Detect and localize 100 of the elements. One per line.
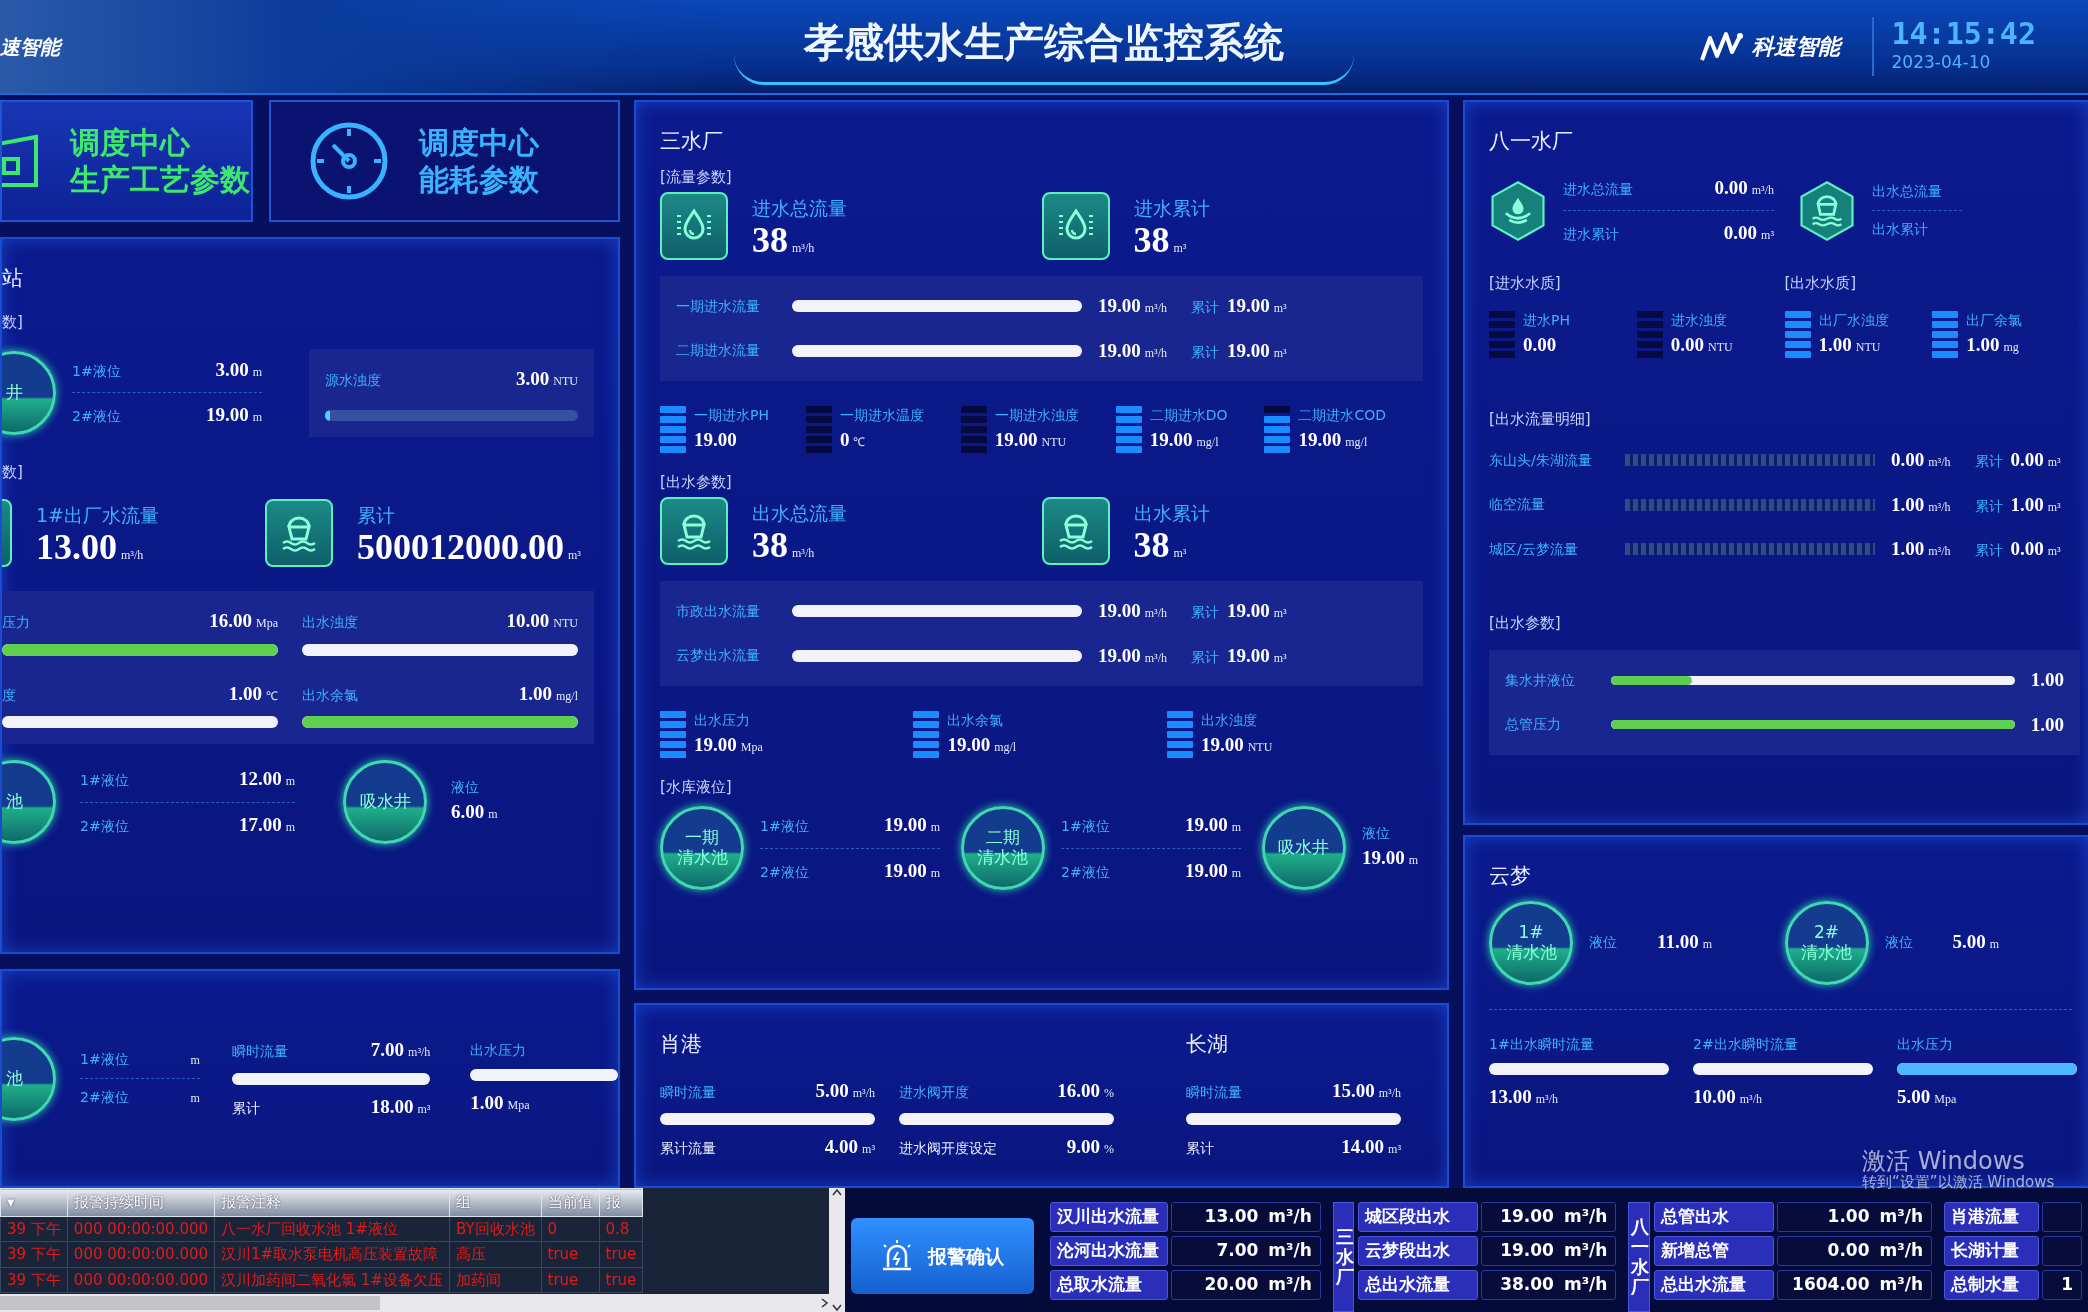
unit-text: m	[488, 806, 498, 824]
water-drop-icon	[660, 192, 728, 260]
column-header[interactable]: 当前值	[541, 1188, 600, 1216]
unit-text: m³/h	[1268, 1205, 1312, 1228]
unit-text: m³/h	[1144, 649, 1167, 667]
meter-label: 进水浊度	[1670, 311, 1728, 330]
unit-text: m	[190, 1052, 200, 1069]
unit-text: m³/h	[1928, 498, 1951, 516]
value-text: 14.00	[1341, 1135, 1385, 1159]
metric-label: 集水井液位	[1505, 670, 1576, 690]
flow-label: 云梦出水流量	[676, 646, 761, 666]
horizontal-scrollbar[interactable]	[0, 1294, 829, 1312]
table-cell: 39 下午	[0, 1216, 68, 1242]
column-header[interactable]: ▾	[0, 1188, 68, 1216]
value-text: 0.00	[2010, 537, 2044, 561]
unit-text: m	[285, 773, 295, 790]
value-text: 19.00	[1500, 1239, 1554, 1262]
card-label: 进水累计	[1133, 195, 1210, 221]
value-text: 19.00	[994, 428, 1038, 452]
value-text: 19.00	[1298, 428, 1342, 452]
section-heading: 数]	[2, 311, 24, 333]
total-label: 累计	[1974, 541, 2003, 560]
value-text: 500012000.00	[357, 529, 564, 566]
unit-text: m³/h	[1563, 1205, 1608, 1228]
value-text: 0.00	[1723, 221, 1758, 245]
unit-text: m³/h	[1268, 1273, 1312, 1296]
level-label: 1#液位	[80, 1050, 129, 1069]
flow-label: 城区/云梦流量	[1489, 539, 1579, 559]
value-text: 13.00	[36, 529, 117, 566]
value-text: 1.00	[470, 1090, 504, 1115]
column-header[interactable]: 报	[599, 1188, 643, 1216]
table-cell: 八一水厂回收水池 1#液位	[214, 1216, 450, 1242]
unit-text: m³/h	[1144, 344, 1167, 362]
total-label: 累计	[1191, 603, 1219, 622]
table-cell: BY回收水池	[449, 1216, 542, 1242]
unit-text: m³/h	[1928, 543, 1951, 560]
card-label: 累计	[357, 502, 396, 528]
table-cell: 加药间	[449, 1267, 542, 1293]
value-text: 19.00	[1227, 643, 1270, 668]
table-cell: 000 00:00:00.000	[67, 1241, 215, 1267]
card-label: 进水总流量	[752, 195, 847, 221]
unit-text: m³	[1173, 240, 1187, 258]
value-text: 5.00	[1952, 930, 1986, 955]
unit-text: m³/h	[1751, 181, 1774, 199]
summary-label: 沦河出水流量	[1049, 1236, 1168, 1266]
table-cell: 39 下午	[0, 1241, 68, 1267]
section-heading: [流量参数]	[660, 166, 733, 188]
value-text: 1.00	[1891, 537, 1925, 561]
total-label: 累计	[1974, 496, 2003, 516]
nav-button[interactable]: 调度中心 生产工艺参数	[0, 100, 253, 222]
table-cell: 汉川1#取水泵电机高压装置故障	[214, 1241, 450, 1267]
meter-label: 一期进水温度	[839, 406, 924, 425]
column-header[interactable]: 报警注释	[214, 1188, 450, 1216]
watermark-text: 转到“设置”以激活 Windows	[1862, 1174, 2055, 1191]
value-text: 19.00	[1098, 338, 1141, 363]
tank-label: 井	[5, 382, 23, 403]
value-text: 38.00	[1500, 1273, 1554, 1296]
value-text: 13.00	[1489, 1084, 1532, 1109]
flow-label: 东山头/朱湖流量	[1489, 450, 1593, 470]
metric-label: 度	[2, 685, 16, 705]
value-text: 1.00	[2010, 492, 2044, 517]
value-display	[2042, 1236, 2082, 1266]
level-label: 1#液位	[760, 817, 809, 836]
metric-label: 瞬时流量	[1186, 1082, 1242, 1102]
value-text: 19.00	[1227, 294, 1270, 318]
summary-label: 汉川出水流量	[1049, 1202, 1168, 1232]
value-text: 0.00	[2010, 448, 2044, 472]
column-header[interactable]: 组	[449, 1188, 542, 1216]
level-label: 进水总流量	[1563, 179, 1633, 199]
vertical-scrollbar[interactable]	[829, 1188, 845, 1312]
clock-time: 14:15:42	[1891, 17, 2036, 51]
nav-button[interactable]: 调度中心 能耗参数	[268, 100, 620, 222]
value-text: 6.00	[451, 800, 485, 825]
section-heading: 数]	[2, 461, 24, 483]
metric-label: 压力	[2, 613, 30, 632]
chevron-up-icon	[832, 1188, 842, 1196]
value-text: 0.00	[1891, 448, 1925, 472]
table-cell: 高压	[449, 1241, 542, 1267]
level-label: 液位	[1361, 824, 1391, 844]
card-label: 出水总流量	[752, 500, 847, 526]
unit-text: m	[1702, 936, 1713, 954]
watermark-text: 激活 Windows	[1862, 1148, 2026, 1175]
tank-label: 1# 清水池	[1505, 922, 1557, 963]
value-text: 19.00	[1098, 294, 1141, 318]
flow-label: 一期进水流量	[676, 296, 761, 316]
column-header[interactable]: 报警持续时间	[67, 1188, 215, 1216]
unit-text: NTU	[1855, 339, 1881, 356]
total-label: 累计	[1191, 298, 1219, 317]
value-text: 19.00	[1361, 846, 1405, 871]
unit-text: m	[190, 1090, 200, 1107]
flow-label: 临空流量	[1489, 495, 1546, 515]
alarm-confirm-button[interactable]: 报警确认	[851, 1218, 1034, 1294]
summary-label: 总取水流量	[1049, 1270, 1168, 1300]
panel-title: 站	[2, 265, 24, 292]
summary-label: 长湖计量	[1944, 1236, 2039, 1266]
value-text: 3.00	[215, 357, 249, 382]
table-cell: 000 00:00:00.000	[67, 1216, 215, 1242]
unit-text: m³/h	[792, 240, 815, 258]
metric-label: 总管压力	[1505, 715, 1562, 735]
unit-text: m³	[2047, 454, 2061, 471]
